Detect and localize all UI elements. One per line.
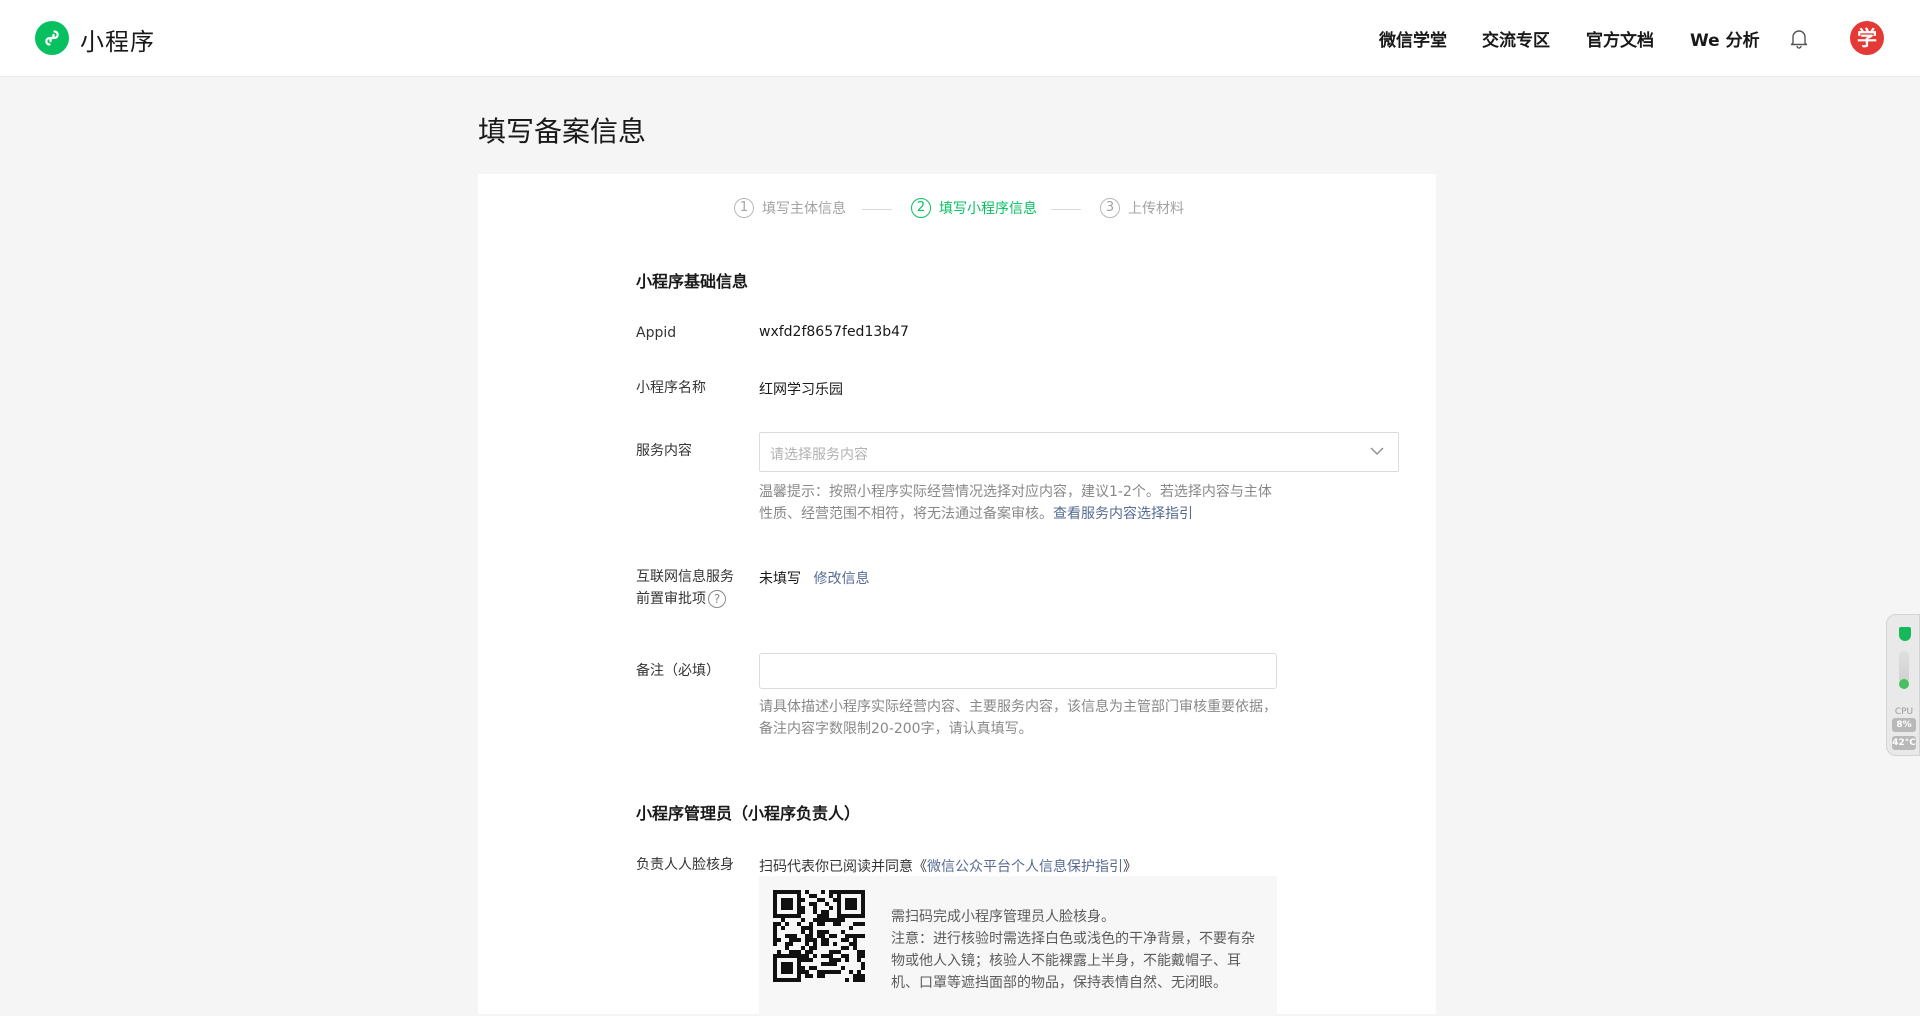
form-panel: 1 填写主体信息 2 填写小程序信息 3 上传材料 小程序基础信息 Appid … xyxy=(478,174,1436,1016)
step-1: 1 填写主体信息 xyxy=(734,198,846,218)
pre-approval-label-line-1: 互联网信息服务 xyxy=(636,569,734,585)
pre-approval-status: 未填写 xyxy=(759,571,801,587)
step-2: 2 填写小程序信息 xyxy=(911,198,1037,218)
service-content-select[interactable]: 请选择服务内容 xyxy=(759,432,1399,472)
pre-approval-value: 未填写 修改信息 xyxy=(759,568,869,588)
service-hint: 温馨提示：按照小程序实际经营情况选择对应内容，建议1-2个。若选择内容与主体 性… xyxy=(759,481,1272,525)
qr-instruction-line-2: 注意：进行核验时需选择白色或浅色的干净背景，不要有杂物或他人入镜；核验人不能裸露… xyxy=(891,931,1255,991)
pre-approval-label-text: 前置审批项 xyxy=(636,591,706,607)
agreement-prefix: 扫码代表你已阅读并同意《 xyxy=(759,859,927,875)
step-label: 填写小程序信息 xyxy=(939,201,1037,217)
modify-info-link[interactable]: 修改信息 xyxy=(813,571,869,587)
step-divider xyxy=(862,209,892,210)
chevron-down-icon xyxy=(1370,447,1384,455)
service-content-placeholder: 请选择服务内容 xyxy=(770,447,868,463)
pre-approval-label-line-2: 前置审批项? xyxy=(636,588,734,610)
app-name-label: 小程序名称 xyxy=(636,380,706,396)
remark-hint-line-1: 请具体描述小程序实际经营内容、主要服务内容，该信息为主管部门审核重要依据， xyxy=(759,699,1277,715)
nav-we-analytics[interactable]: We 分析 xyxy=(1690,26,1760,51)
privacy-guide-link[interactable]: 微信公众平台个人信息保护指引 xyxy=(927,859,1123,875)
system-monitor-widget[interactable]: CPU 8% 42°C xyxy=(1886,614,1920,756)
avatar[interactable]: 学 xyxy=(1850,21,1884,55)
pre-approval-label: 互联网信息服务 前置审批项? xyxy=(636,566,734,610)
step-label: 填写主体信息 xyxy=(762,201,846,217)
nav-official-docs[interactable]: 官方文档 xyxy=(1586,26,1654,51)
face-verify-label: 负责人人脸核身 xyxy=(636,857,734,873)
remark-hint: 请具体描述小程序实际经营内容、主要服务内容，该信息为主管部门审核重要依据， 备注… xyxy=(759,696,1277,740)
nav-wechat-academy[interactable]: 微信学堂 xyxy=(1379,26,1447,51)
app-name-value: 红网学习乐园 xyxy=(759,382,843,398)
help-icon[interactable]: ? xyxy=(708,590,726,608)
step-divider xyxy=(1051,209,1081,210)
page-title: 填写备案信息 xyxy=(478,115,647,148)
service-hint-line-2: 性质、经营范围不相符，将无法通过备案审核。查看服务内容选择指引 xyxy=(759,503,1272,525)
step-number: 1 xyxy=(734,198,754,218)
remark-hint-line-2: 备注内容字数限制20-200字，请认真填写。 xyxy=(759,721,1033,737)
cpu-value: 8% xyxy=(1896,720,1912,730)
step-3: 3 上传材料 xyxy=(1100,198,1184,218)
agreement-suffix: 》 xyxy=(1123,859,1137,875)
shield-icon xyxy=(1899,627,1911,641)
remark-label: 备注（必填） xyxy=(636,663,720,679)
appid-label: Appid xyxy=(636,325,677,341)
service-guide-link[interactable]: 查看服务内容选择指引 xyxy=(1053,506,1193,522)
section-title-basic-info: 小程序基础信息 xyxy=(636,272,749,291)
qr-box: 需扫码完成小程序管理员人脸核身。 注意：进行核验时需选择白色或浅色的干净背景，不… xyxy=(759,876,1277,1016)
section-title-admin: 小程序管理员（小程序负责人） xyxy=(636,804,861,823)
remark-input[interactable] xyxy=(759,653,1277,689)
agreement-text: 扫码代表你已阅读并同意《微信公众平台个人信息保护指引》 xyxy=(759,856,1137,876)
logo-text[interactable]: 小程序 xyxy=(80,22,155,57)
appid-value: wxfd2f8657fed13b47 xyxy=(759,324,909,340)
nav-community[interactable]: 交流专区 xyxy=(1482,26,1550,51)
qr-instruction-line-1: 需扫码完成小程序管理员人脸核身。 xyxy=(891,909,1115,925)
qr-instructions: 需扫码完成小程序管理员人脸核身。 注意：进行核验时需选择白色或浅色的干净背景，不… xyxy=(891,906,1261,994)
service-hint-line-1: 温馨提示：按照小程序实际经营情况选择对应内容，建议1-2个。若选择内容与主体 xyxy=(759,484,1272,500)
qr-code-image[interactable] xyxy=(773,890,865,982)
temp-value: 42°C xyxy=(1892,738,1916,748)
service-hint-text: 性质、经营范围不相符，将无法通过备案审核。 xyxy=(759,506,1053,522)
step-number: 3 xyxy=(1100,198,1120,218)
top-bar: 小程序 微信学堂 交流专区 官方文档 We 分析 学 xyxy=(0,0,1920,77)
step-number: 2 xyxy=(911,198,931,218)
bell-icon[interactable] xyxy=(1788,27,1810,49)
cpu-label: CPU xyxy=(1894,707,1914,717)
mini-program-logo-icon[interactable] xyxy=(35,21,69,55)
status-dot-icon xyxy=(1899,679,1909,689)
service-content-label: 服务内容 xyxy=(636,443,692,459)
step-label: 上传材料 xyxy=(1128,201,1184,217)
